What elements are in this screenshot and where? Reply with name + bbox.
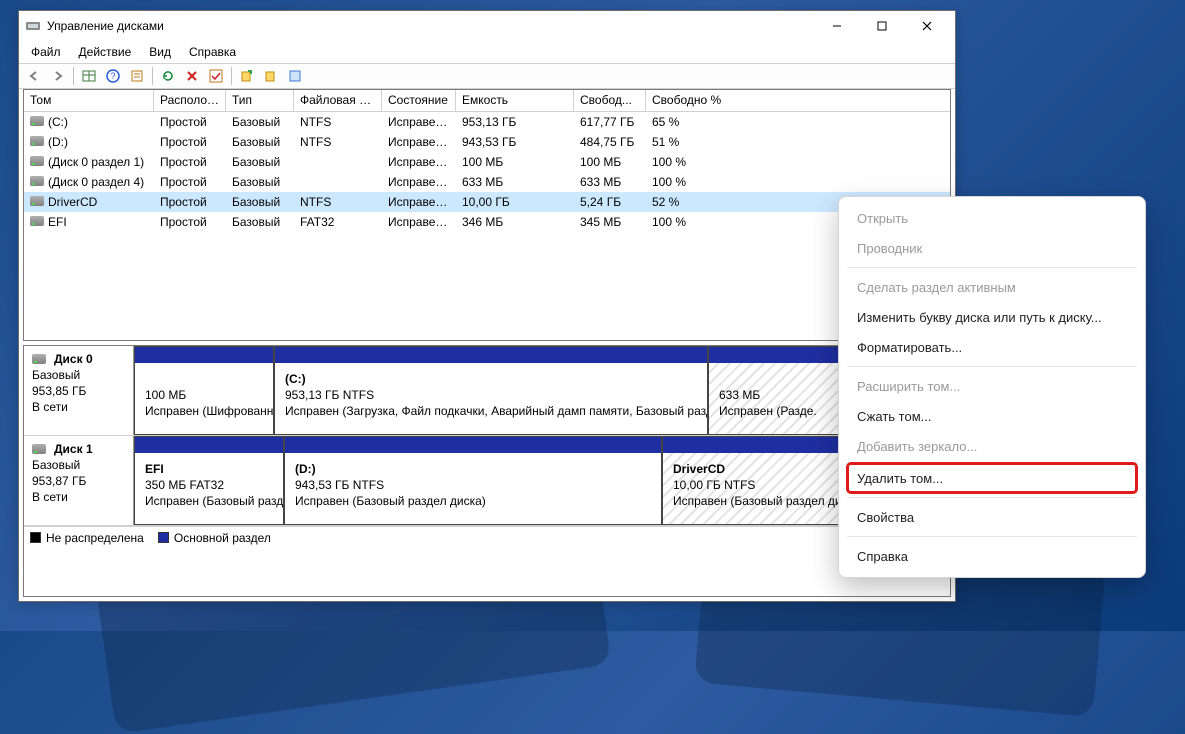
context-menu[interactable]: ОткрытьПроводник Сделать раздел активнымИ… xyxy=(838,196,1146,578)
maximize-button[interactable] xyxy=(859,12,904,40)
context-item: Сделать раздел активным xyxy=(839,272,1145,302)
check-icon[interactable] xyxy=(205,65,227,87)
volumes-list[interactable]: Том Располож... Тип Файловая с... Состоя… xyxy=(23,89,951,341)
context-item[interactable]: Справка xyxy=(839,541,1145,571)
table-row[interactable]: (C:) Простой Базовый NTFS Исправен... 95… xyxy=(24,112,950,132)
new-spanned-icon[interactable] xyxy=(260,65,282,87)
drive-icon xyxy=(30,216,44,226)
minimize-button[interactable] xyxy=(814,12,859,40)
context-item[interactable]: Свойства xyxy=(839,502,1145,532)
context-item[interactable]: Удалить том... xyxy=(847,463,1137,493)
drive-icon xyxy=(30,176,44,186)
menubar: Файл Действие Вид Справка xyxy=(19,41,955,63)
toolbar: ? xyxy=(19,63,955,89)
col-layout[interactable]: Располож... xyxy=(154,90,226,111)
col-free[interactable]: Свобод... xyxy=(574,90,646,111)
table-icon[interactable] xyxy=(78,65,100,87)
menu-view[interactable]: Вид xyxy=(141,43,179,61)
close-button[interactable] xyxy=(904,12,949,40)
props-icon[interactable] xyxy=(126,65,148,87)
wizard-icon[interactable] xyxy=(284,65,306,87)
context-separator xyxy=(847,267,1137,268)
menu-file[interactable]: Файл xyxy=(23,43,69,61)
col-pctfree[interactable]: Свободно % xyxy=(646,90,736,111)
menu-action[interactable]: Действие xyxy=(71,43,140,61)
help-icon[interactable]: ? xyxy=(102,65,124,87)
disk-block: Диск 0 Базовый 953,85 ГБ В сети 100 МБ И… xyxy=(24,346,950,436)
disk-management-window: Управление дисками Файл Действие Вид Спр… xyxy=(18,10,956,602)
drive-icon xyxy=(30,196,44,206)
drive-icon xyxy=(30,116,44,126)
table-row[interactable]: EFI Простой Базовый FAT32 Исправен... 34… xyxy=(24,212,950,232)
disk-info[interactable]: Диск 1 Базовый 953,87 ГБ В сети xyxy=(24,436,134,525)
menu-help[interactable]: Справка xyxy=(181,43,244,61)
delete-icon[interactable] xyxy=(181,65,203,87)
partition[interactable]: (C:) 953,13 ГБ NTFS Исправен (Загрузка, … xyxy=(274,346,708,435)
window-title: Управление дисками xyxy=(47,19,164,33)
table-row[interactable]: DriverCD Простой Базовый NTFS Исправен..… xyxy=(24,192,950,212)
context-item: Открыть xyxy=(839,203,1145,233)
forward-button[interactable] xyxy=(47,65,69,87)
col-capacity[interactable]: Емкость xyxy=(456,90,574,111)
context-separator xyxy=(847,536,1137,537)
svg-text:?: ? xyxy=(110,71,115,81)
disk-layout-pane[interactable]: Диск 0 Базовый 953,85 ГБ В сети 100 МБ И… xyxy=(23,345,951,597)
drive-icon xyxy=(30,136,44,146)
context-item: Добавить зеркало... xyxy=(839,431,1145,461)
context-item[interactable]: Сжать том... xyxy=(839,401,1145,431)
col-status[interactable]: Состояние xyxy=(382,90,456,111)
disk-info[interactable]: Диск 0 Базовый 953,85 ГБ В сети xyxy=(24,346,134,435)
app-icon xyxy=(25,18,41,34)
disk-icon xyxy=(32,354,46,364)
column-headers[interactable]: Том Располож... Тип Файловая с... Состоя… xyxy=(24,90,950,112)
context-item: Расширить том... xyxy=(839,371,1145,401)
context-item[interactable]: Форматировать... xyxy=(839,332,1145,362)
disk-icon xyxy=(32,444,46,454)
context-item: Проводник xyxy=(839,233,1145,263)
legend-unalloc: Не распределена xyxy=(46,531,144,545)
col-type[interactable]: Тип xyxy=(226,90,294,111)
legend: Не распределена Основной раздел xyxy=(24,526,950,548)
context-separator xyxy=(847,366,1137,367)
table-row[interactable]: (Диск 0 раздел 4) Простой Базовый Исправ… xyxy=(24,172,950,192)
back-button[interactable] xyxy=(23,65,45,87)
refresh-icon[interactable] xyxy=(157,65,179,87)
drive-icon xyxy=(30,156,44,166)
context-separator xyxy=(847,497,1137,498)
table-row[interactable]: (D:) Простой Базовый NTFS Исправен... 94… xyxy=(24,132,950,152)
partition[interactable]: (D:) 943,53 ГБ NTFS Исправен (Базовый ра… xyxy=(284,436,662,525)
col-filesystem[interactable]: Файловая с... xyxy=(294,90,382,111)
partition[interactable]: EFI 350 МБ FAT32 Исправен (Базовый разде xyxy=(134,436,284,525)
col-volume[interactable]: Том xyxy=(24,90,154,111)
context-item[interactable]: Изменить букву диска или путь к диску... xyxy=(839,302,1145,332)
disk-block: Диск 1 Базовый 953,87 ГБ В сети EFI 350 … xyxy=(24,436,950,526)
table-row[interactable]: (Диск 0 раздел 1) Простой Базовый Исправ… xyxy=(24,152,950,172)
partition[interactable]: 100 МБ Исправен (Шифрованнь xyxy=(134,346,274,435)
new-simple-icon[interactable] xyxy=(236,65,258,87)
legend-primary: Основной раздел xyxy=(174,531,271,545)
titlebar[interactable]: Управление дисками xyxy=(19,11,955,41)
